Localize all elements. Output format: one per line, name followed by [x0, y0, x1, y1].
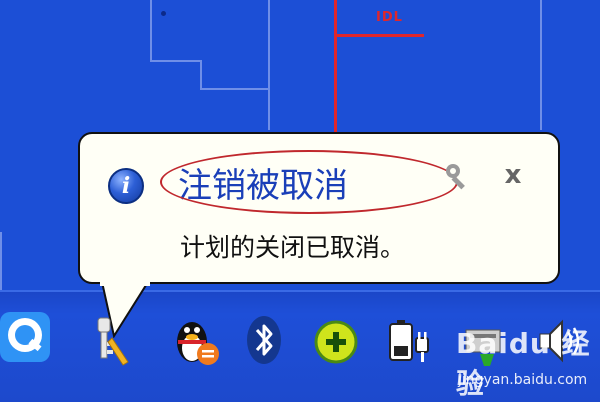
map-line [200, 60, 202, 90]
watermark-url: jingyan.baidu.com [458, 372, 588, 388]
notification-message: 计划的关闭已取消。 [180, 233, 406, 262]
baidu-watermark: Baidu 经验 [456, 327, 591, 400]
map-line [268, 0, 270, 130]
keys-icon[interactable] [88, 312, 138, 368]
add-green-icon[interactable] [310, 312, 360, 368]
close-button[interactable]: x [498, 160, 528, 190]
map-line [150, 0, 152, 62]
map-line [540, 0, 542, 130]
map-line [200, 88, 270, 90]
map-dot [161, 11, 166, 16]
wrench-icon[interactable] [442, 160, 472, 190]
map-line [0, 232, 2, 290]
idl-line [334, 0, 337, 132]
idl-line [334, 34, 424, 37]
qq-browser-icon[interactable] [0, 312, 50, 362]
qq-penguin-icon[interactable] [170, 312, 220, 368]
bluetooth-icon[interactable] [240, 312, 290, 368]
battery-plug-icon[interactable] [386, 312, 436, 368]
idl-label: IDL [376, 10, 403, 25]
highlight-oval [160, 150, 458, 214]
map-line [150, 60, 202, 62]
info-icon: i [108, 168, 144, 204]
